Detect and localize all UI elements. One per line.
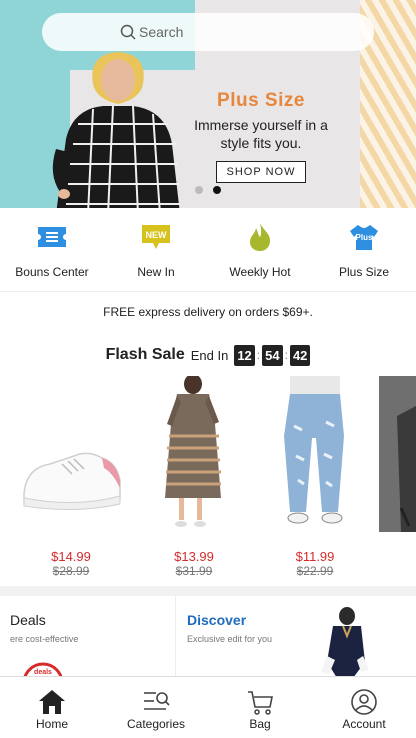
account-icon	[351, 689, 377, 715]
shop-now-button[interactable]: SHOP NOW	[215, 161, 307, 183]
nav-label: Home	[35, 717, 68, 731]
product-original-price: $22.99	[296, 564, 334, 578]
plus-badge-text: Plus	[356, 233, 373, 242]
category-bonus-center[interactable]: Bouns Center	[0, 208, 104, 291]
carousel-indicator[interactable]	[195, 186, 221, 194]
category-label: Plus Size	[338, 265, 390, 279]
flash-sale-header[interactable]: Flash Sale End In 12 : 54 : 42	[0, 342, 416, 368]
search-icon	[120, 24, 136, 40]
timer-minutes: 54	[262, 344, 283, 366]
nav-account[interactable]: Account	[312, 677, 416, 738]
section-divider	[0, 586, 416, 596]
product-price: $14.99	[51, 549, 91, 564]
discover-subtitle: Exclusive edit for you	[187, 634, 273, 644]
category-weekly-hot[interactable]: Weekly Hot	[208, 208, 312, 291]
model-image	[52, 52, 180, 208]
discover-model-image	[321, 607, 369, 678]
nav-bag[interactable]: Bag	[208, 677, 312, 738]
search-bar[interactable]: Search	[42, 13, 374, 51]
promo-banner[interactable]: Plus Size Immerse yourself in a style fi…	[0, 0, 416, 208]
flash-sale-title: Flash Sale	[105, 346, 185, 363]
flash-sale-carousel[interactable]: $14.99 $28.99 $13.99 $31.99 $11.99 $22.9…	[0, 376, 416, 581]
nav-categories[interactable]: Categories	[104, 677, 208, 738]
sneaker-image	[23, 452, 121, 511]
home-icon	[39, 690, 65, 714]
bottom-navigation: Home Categories Bag Account	[0, 676, 416, 738]
product-price: $11.99	[295, 549, 335, 564]
deals-title: Deals	[10, 612, 46, 628]
nav-label: Categories	[126, 717, 186, 731]
category-label: New In	[137, 265, 175, 279]
new-badge-text: NEW	[146, 230, 168, 240]
timer-separator: :	[256, 348, 261, 362]
discover-card[interactable]: Discover Exclusive edit for you	[177, 596, 416, 678]
ripped-jeans-image	[284, 376, 344, 524]
search-input[interactable]: Search	[139, 24, 183, 40]
timer-hours: 12	[234, 344, 255, 366]
product-card[interactable]	[379, 376, 416, 541]
partial-product-image	[379, 376, 416, 532]
carousel-dot-2[interactable]	[213, 186, 221, 194]
carousel-dot-1[interactable]	[195, 186, 203, 194]
product-original-price: $31.99	[175, 564, 213, 578]
product-card[interactable]: $14.99 $28.99	[16, 376, 126, 578]
patterned-dress-image	[165, 376, 221, 527]
categories-icon	[144, 692, 170, 710]
product-card[interactable]: $13.99 $31.99	[139, 376, 249, 578]
timer-seconds: 42	[289, 344, 311, 366]
nav-label: Bag	[249, 717, 271, 731]
tshirt-icon: Plus	[350, 225, 378, 250]
nav-home[interactable]: Home	[0, 677, 104, 738]
flash-sale-end-label: End In	[190, 347, 229, 363]
flame-icon	[250, 223, 271, 251]
nav-label: Account	[342, 717, 386, 731]
deals-card[interactable]: Deals ere cost-effective deals	[0, 596, 176, 678]
timer-separator: :	[284, 348, 288, 362]
category-shortcuts: Bouns Center NEW New In Weekly Hot Plus …	[0, 208, 416, 292]
ticket-icon	[38, 227, 66, 247]
promo-copy: Plus Size Immerse yourself in a style fi…	[186, 90, 336, 183]
bag-icon	[248, 691, 273, 715]
deals-subtitle: ere cost-effective	[10, 634, 79, 644]
category-plus-size[interactable]: Plus Plus Size	[312, 208, 416, 291]
promo-cards: Deals ere cost-effective deals Discover …	[0, 596, 416, 678]
category-new-in[interactable]: NEW New In	[104, 208, 208, 291]
product-price: $13.99	[174, 549, 214, 564]
product-card[interactable]: $11.99 $22.99	[260, 376, 370, 578]
delivery-notice: FREE express delivery on orders $69+.	[103, 305, 313, 319]
category-label: Bouns Center	[15, 265, 89, 279]
promo-title: Plus Size	[217, 90, 305, 111]
promo-subtitle: Immerse yourself in a style fits you.	[194, 117, 328, 151]
discover-title: Discover	[187, 612, 247, 628]
deals-logo-text: deals	[34, 669, 52, 676]
new-badge-icon: NEW	[142, 225, 170, 249]
product-original-price: $28.99	[52, 564, 90, 578]
category-label: Weekly Hot	[229, 265, 291, 279]
